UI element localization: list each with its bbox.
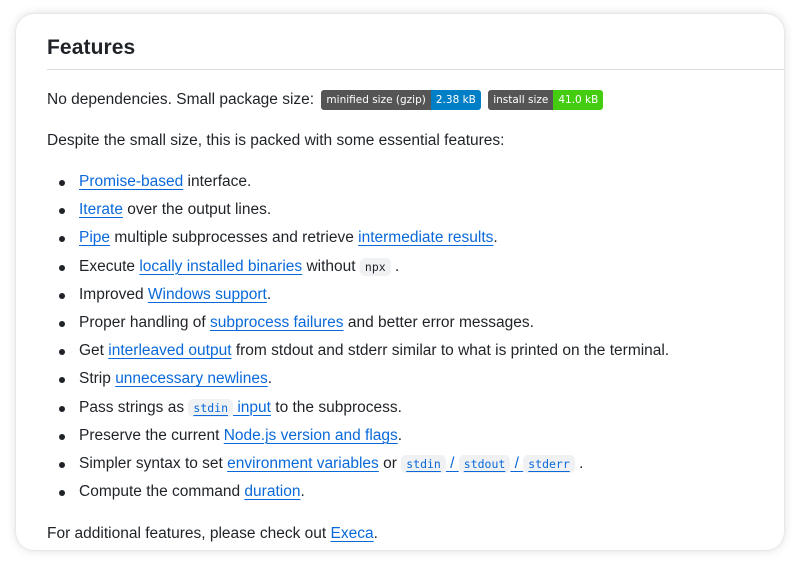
list-item: Preserve the current Node.js version and… [47, 426, 669, 454]
section-heading: Features [47, 36, 136, 59]
promise-based-link[interactable]: Promise-based [79, 173, 183, 190]
list-item: Compute the command duration. [47, 482, 669, 510]
list-item: Iterate over the output lines. [47, 200, 669, 228]
windows-support-link[interactable]: Windows support [148, 286, 267, 303]
outro-paragraph: For additional features, please check ou… [47, 525, 378, 542]
stdin-link[interactable]: stdin [401, 454, 446, 473]
subprocess-failures-link[interactable]: subprocess failures [210, 314, 344, 331]
list-item: Pipe multiple subprocesses and retrieve … [47, 228, 669, 256]
iterate-link[interactable]: Iterate [79, 201, 123, 218]
list-item: Execute locally installed binaries witho… [47, 257, 669, 285]
list-item: Proper handling of subprocess failures a… [47, 313, 669, 341]
execa-link[interactable]: Execa [330, 525, 373, 542]
badge-label: install size [488, 90, 554, 110]
badge-label: minified size (gzip) [321, 90, 431, 110]
stdout-link[interactable]: stdout [458, 454, 511, 473]
stdin-input-link[interactable]: stdin input [188, 398, 271, 417]
feature-list: Promise-based interface. Iterate over th… [47, 172, 669, 510]
pipe-link[interactable]: Pipe [79, 229, 110, 246]
intro-text: No dependencies. Small package size: [47, 91, 315, 108]
lead-paragraph: Despite the small size, this is packed w… [47, 132, 505, 149]
slash-separator[interactable]: / [446, 455, 459, 472]
list-item: Strip unnecessary newlines. [47, 369, 669, 397]
heading-divider [47, 69, 784, 70]
environment-variables-link[interactable]: environment variables [227, 455, 379, 472]
list-item: Pass strings as stdin input to the subpr… [47, 398, 669, 426]
stdout-code: stdout [458, 454, 511, 473]
badge-value: 41.0 kB [553, 90, 604, 110]
intermediate-results-link[interactable]: intermediate results [358, 229, 493, 246]
list-item: Get interleaved output from stdout and s… [47, 341, 669, 369]
list-item: Simpler syntax to set environment variab… [47, 454, 669, 482]
slash-separator[interactable]: / [510, 455, 523, 472]
list-item: Improved Windows support. [47, 285, 669, 313]
install-size-badge[interactable]: install size 41.0 kB [488, 90, 604, 110]
duration-link[interactable]: duration [244, 483, 300, 500]
locally-installed-binaries-link[interactable]: locally installed binaries [139, 258, 302, 275]
unnecessary-newlines-link[interactable]: unnecessary newlines [115, 370, 268, 387]
stdin-code: stdin [188, 398, 234, 417]
stderr-link[interactable]: stderr [523, 454, 575, 473]
stdin-code: stdin [401, 454, 446, 473]
list-item: Promise-based interface. [47, 172, 669, 200]
stderr-code: stderr [523, 454, 575, 473]
interleaved-output-link[interactable]: interleaved output [108, 342, 231, 359]
readme-card: Features No dependencies. Small package … [16, 14, 784, 550]
npx-code: npx [359, 257, 391, 276]
nodejs-version-link[interactable]: Node.js version and flags [224, 427, 398, 444]
intro-paragraph: No dependencies. Small package size: min… [47, 90, 604, 110]
minified-size-badge[interactable]: minified size (gzip) 2.38 kB [321, 90, 481, 110]
badge-value: 2.38 kB [430, 90, 481, 110]
